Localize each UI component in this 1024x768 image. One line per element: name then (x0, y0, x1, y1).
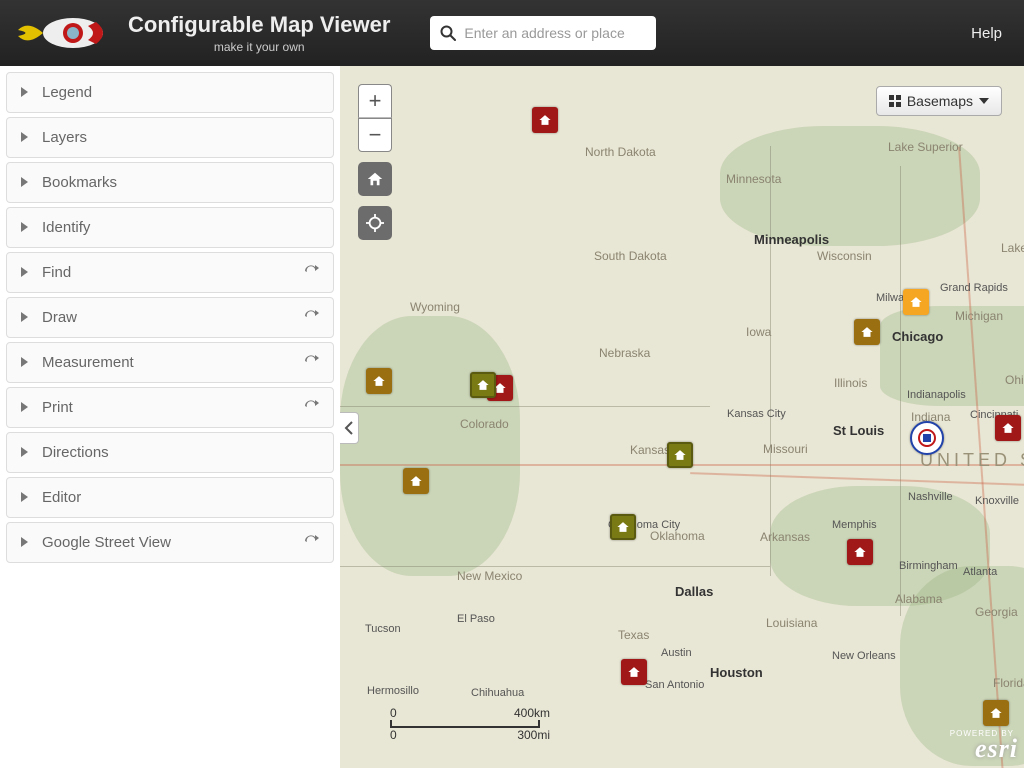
caret-right-icon (21, 444, 28, 461)
chevron-left-icon (344, 421, 354, 435)
map-marker[interactable] (910, 421, 944, 455)
help-link[interactable]: Help (971, 25, 1002, 42)
sidebar-item-editor[interactable]: Editor (6, 477, 334, 518)
sidebar-item-label: Print (42, 399, 305, 416)
map-marker[interactable] (610, 514, 636, 540)
sidebar-item-label: Google Street View (42, 534, 305, 551)
basemaps-button[interactable]: Basemaps (876, 86, 1002, 116)
map-marker[interactable] (854, 319, 880, 345)
undock-icon[interactable] (305, 264, 319, 281)
caret-right-icon (21, 534, 28, 551)
caret-right-icon (21, 354, 28, 371)
sidebar-item-print[interactable]: Print (6, 387, 334, 428)
sidebar-item-label: Legend (42, 84, 319, 101)
sidebar-collapse-handle[interactable] (340, 412, 359, 444)
undock-icon[interactable] (305, 534, 319, 551)
zoom-in-button[interactable]: + (358, 84, 392, 118)
caret-right-icon (21, 399, 28, 416)
attribution-logo: esri (975, 734, 1018, 764)
app-subtitle: make it your own (128, 40, 390, 54)
title-block: Configurable Map Viewer make it your own (128, 12, 390, 54)
sidebar-item-label: Layers (42, 129, 319, 146)
sidebar-item-label: Editor (42, 489, 319, 506)
map-marker[interactable] (903, 289, 929, 315)
caret-right-icon (21, 129, 28, 146)
map-marker[interactable] (532, 107, 558, 133)
zoom-out-button[interactable]: − (358, 118, 392, 152)
sidebar-item-label: Identify (42, 219, 319, 236)
sidebar: Legend Layers Bookmarks Identify Find Draw Mea… (0, 66, 340, 768)
sidebar-item-label: Directions (42, 444, 319, 461)
caret-right-icon (21, 219, 28, 236)
zoom-controls: + − (358, 84, 392, 240)
sidebar-item-legend[interactable]: Legend (6, 72, 334, 113)
map-marker[interactable] (403, 468, 429, 494)
map-canvas[interactable]: UNITED STATES North DakotaSouth DakotaNe… (340, 66, 1024, 768)
app-logo (18, 10, 108, 56)
header: Configurable Map Viewer make it your own… (0, 0, 1024, 66)
map-marker[interactable] (847, 539, 873, 565)
scalebar: 0400km 0300mi (390, 706, 550, 742)
sidebar-item-bookmarks[interactable]: Bookmarks (6, 162, 334, 203)
sidebar-item-label: Draw (42, 309, 305, 326)
map-marker[interactable] (995, 415, 1021, 441)
undock-icon[interactable] (305, 354, 319, 371)
caret-right-icon (21, 264, 28, 281)
undock-icon[interactable] (305, 399, 319, 416)
grid-icon (889, 95, 901, 107)
map-marker[interactable] (983, 700, 1009, 726)
search-icon (440, 25, 456, 41)
sidebar-item-identify[interactable]: Identify (6, 207, 334, 248)
basemap-bg (340, 66, 1024, 768)
map-marker[interactable] (470, 372, 496, 398)
sidebar-item-label: Find (42, 264, 305, 281)
caret-down-icon (979, 98, 989, 104)
search-box[interactable] (430, 16, 656, 50)
home-icon (366, 170, 384, 188)
app-title: Configurable Map Viewer (128, 12, 390, 38)
map-marker[interactable] (667, 442, 693, 468)
caret-right-icon (21, 84, 28, 101)
search-input[interactable] (464, 25, 646, 41)
sidebar-item-layers[interactable]: Layers (6, 117, 334, 158)
sidebar-item-directions[interactable]: Directions (6, 432, 334, 473)
sidebar-item-measurement[interactable]: Measurement (6, 342, 334, 383)
map-marker[interactable] (366, 368, 392, 394)
sidebar-item-label: Measurement (42, 354, 305, 371)
home-extent-button[interactable] (358, 162, 392, 196)
map-marker[interactable] (621, 659, 647, 685)
caret-right-icon (21, 174, 28, 191)
undock-icon[interactable] (305, 309, 319, 326)
basemaps-label: Basemaps (907, 93, 973, 109)
locate-icon (366, 214, 384, 232)
sidebar-item-label: Bookmarks (42, 174, 319, 191)
locate-button[interactable] (358, 206, 392, 240)
sidebar-item-google-street-view[interactable]: Google Street View (6, 522, 334, 563)
sidebar-item-draw[interactable]: Draw (6, 297, 334, 338)
sidebar-item-find[interactable]: Find (6, 252, 334, 293)
caret-right-icon (21, 489, 28, 506)
caret-right-icon (21, 309, 28, 326)
